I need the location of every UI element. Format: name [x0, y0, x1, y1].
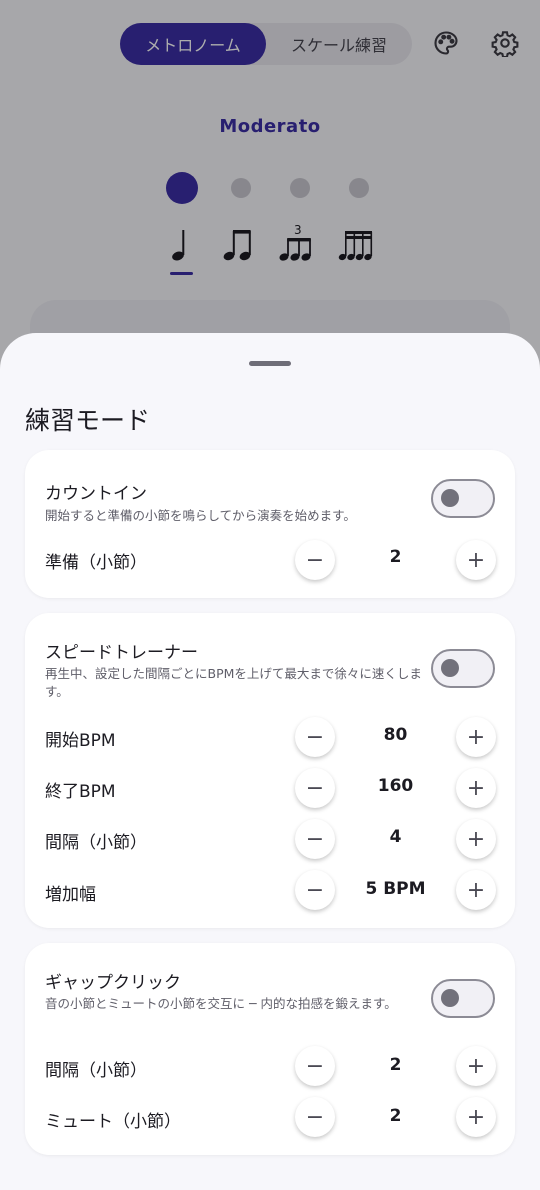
start-bpm-increment-button[interactable]: +	[456, 717, 496, 757]
end-bpm-value: 160	[377, 776, 414, 796]
toggle-thumb	[441, 659, 459, 677]
gap-interval-increment-button[interactable]: +	[456, 1046, 496, 1086]
end-bpm-increment-button[interactable]: +	[456, 768, 496, 808]
count-in-description: 開始すると準備の小節を鳴らしてから演奏を始めます。	[45, 508, 356, 523]
count-in-prep-label: 準備（小節）	[45, 553, 147, 573]
end-bpm-label: 終了BPM	[45, 782, 116, 802]
interval-value: 4	[389, 827, 402, 847]
increment-label: 増加幅	[45, 885, 96, 905]
gap-click-toggle[interactable]	[431, 979, 495, 1018]
gap-click-card: ギャップクリック 音の小節とミュートの小節を交互に ─ 内的な拍感を鍛えます。 …	[25, 943, 515, 1155]
count-in-card: カウントイン 開始すると準備の小節を鳴らしてから演奏を始めます。 準備（小節） …	[25, 450, 515, 598]
gap-click-title: ギャップクリック	[45, 973, 181, 993]
mute-bars-label: ミュート（小節）	[45, 1112, 181, 1132]
increment-decrement-button[interactable]: −	[295, 870, 335, 910]
interval-increment-button[interactable]: +	[456, 819, 496, 859]
increment-value: 5 BPM	[365, 879, 426, 899]
toggle-thumb	[441, 989, 459, 1007]
gap-interval-value: 2	[389, 1055, 402, 1075]
start-bpm-label: 開始BPM	[45, 731, 116, 751]
speed-trainer-description: 再生中、設定した間隔ごとにBPMを上げて最大まで徐々に速くします。	[45, 666, 422, 699]
toggle-thumb	[441, 489, 459, 507]
start-bpm-decrement-button[interactable]: −	[295, 717, 335, 757]
gap-interval-label: 間隔（小節）	[45, 1061, 147, 1081]
mute-bars-decrement-button[interactable]: −	[295, 1097, 335, 1137]
interval-decrement-button[interactable]: −	[295, 819, 335, 859]
count-in-prep-value: 2	[389, 547, 402, 567]
speed-trainer-title: スピードトレーナー	[45, 643, 198, 663]
end-bpm-decrement-button[interactable]: −	[295, 768, 335, 808]
increment-increment-button[interactable]: +	[456, 870, 496, 910]
count-in-toggle[interactable]	[431, 479, 495, 518]
gap-click-description: 音の小節とミュートの小節を交互に ─ 内的な拍感を鍛えます。	[45, 996, 397, 1011]
interval-label: 間隔（小節）	[45, 833, 147, 853]
count-in-prep-increment-button[interactable]: +	[456, 540, 496, 580]
sheet-title: 練習モード	[25, 406, 151, 435]
gap-interval-decrement-button[interactable]: −	[295, 1046, 335, 1086]
drag-handle[interactable]	[249, 361, 291, 366]
mute-bars-increment-button[interactable]: +	[456, 1097, 496, 1137]
count-in-prep-decrement-button[interactable]: −	[295, 540, 335, 580]
speed-trainer-toggle[interactable]	[431, 649, 495, 688]
speed-trainer-card: スピードトレーナー 再生中、設定した間隔ごとにBPMを上げて最大まで徐々に速くし…	[25, 613, 515, 928]
mute-bars-value: 2	[389, 1106, 402, 1126]
practice-mode-sheet: 練習モード カウントイン 開始すると準備の小節を鳴らしてから演奏を始めます。 準…	[0, 333, 540, 1190]
start-bpm-value: 80	[383, 725, 408, 745]
count-in-title: カウントイン	[45, 484, 147, 504]
